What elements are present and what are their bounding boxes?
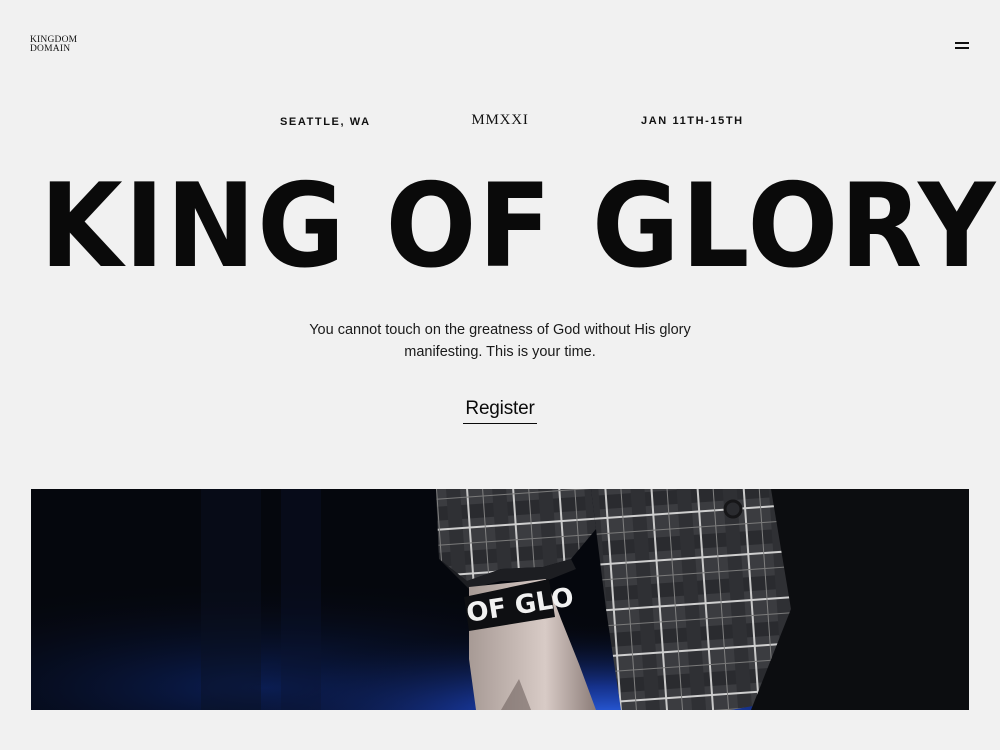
page-title: KING OF GLORY <box>40 159 998 294</box>
event-description-line-2: manifesting. This is your time. <box>404 343 596 360</box>
logo-line-2: DOMAIN <box>30 44 71 54</box>
register-container: Register <box>0 396 1000 424</box>
hero-image: OF GLO <box>31 489 969 710</box>
event-dates: JAN 11TH-15TH <box>641 115 744 127</box>
menu-bar-top <box>955 42 969 44</box>
event-description-line-1: You cannot touch on the greatness of God… <box>309 322 691 338</box>
event-description: You cannot touch on the greatness of God… <box>0 320 1000 363</box>
hamburger-menu-icon[interactable] <box>950 36 974 56</box>
site-logo[interactable]: KINGDOM DOMAIN <box>30 35 77 54</box>
hero-photo-illustration: OF GLO <box>31 489 969 710</box>
menu-bar-bottom <box>955 47 969 49</box>
event-year: MMXXI <box>471 112 529 128</box>
register-link[interactable]: Register <box>463 396 537 424</box>
